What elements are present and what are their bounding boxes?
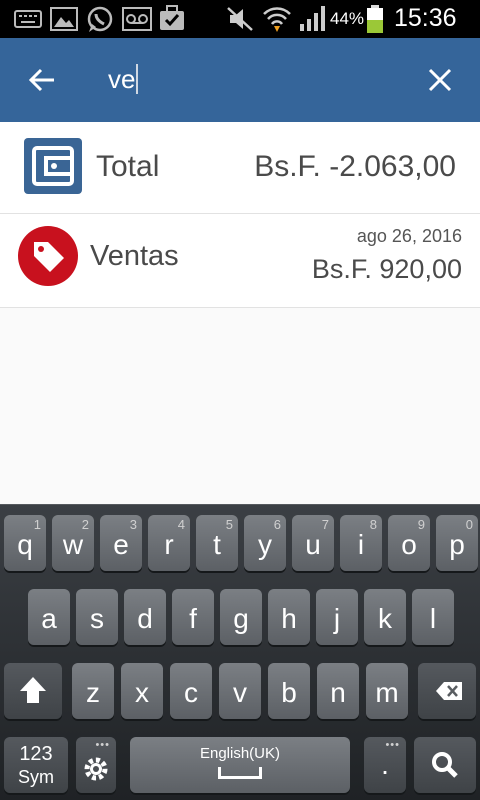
key-char: n	[330, 677, 346, 708]
shift-icon	[20, 677, 46, 703]
key-t[interactable]: 5t	[196, 515, 238, 571]
key-char: g	[233, 603, 249, 634]
key-char: s	[90, 603, 104, 634]
key-char: .	[381, 749, 389, 780]
key-char: r	[164, 529, 174, 560]
close-icon[interactable]	[420, 60, 460, 100]
key-n[interactable]: n	[317, 663, 359, 719]
soft-keyboard: 1q 2w 3e 4r 5t 6y 7u 8i 9o 0p a s d f g …	[0, 504, 480, 800]
key-char: v	[233, 677, 247, 708]
keyboard-icon	[14, 10, 42, 28]
key-c[interactable]: c	[170, 663, 212, 719]
key-a[interactable]: a	[28, 589, 70, 645]
key-j[interactable]: j	[316, 589, 358, 645]
key-char: b	[281, 677, 297, 708]
symbols-line1: 123	[19, 743, 53, 765]
key-char: k	[378, 603, 392, 634]
key-char: u	[305, 529, 321, 560]
key-char: t	[213, 529, 221, 560]
shift-key[interactable]	[4, 663, 62, 719]
mic-hint-icon: •••	[95, 739, 110, 751]
key-char: h	[281, 603, 297, 634]
key-char: j	[333, 603, 341, 634]
key-m[interactable]: m	[366, 663, 408, 719]
list-item-ventas[interactable]: Ventas ago 26, 2016 Bs.F. 920,00	[0, 214, 480, 308]
space-key[interactable]: English(UK)	[130, 737, 350, 793]
symbols-line2: Sym	[18, 767, 54, 787]
briefcase-icon	[160, 5, 184, 30]
backspace-key[interactable]	[418, 663, 476, 719]
symbols-key[interactable]: 123 Sym	[4, 737, 68, 793]
wifi-icon	[263, 7, 291, 32]
key-char: m	[375, 677, 399, 708]
wallet-icon	[24, 138, 82, 194]
key-char: d	[137, 603, 153, 634]
search-input[interactable]: ve	[108, 64, 139, 95]
status-bar: 44% 15:36	[0, 0, 480, 38]
key-char: q	[17, 529, 33, 560]
key-char: z	[86, 677, 100, 708]
key-char: i	[357, 529, 365, 560]
key-h[interactable]: h	[268, 589, 310, 645]
voicemail-icon	[122, 7, 152, 31]
period-key[interactable]: ••• .	[364, 737, 406, 793]
search-query: ve	[108, 64, 136, 94]
key-char: x	[135, 677, 149, 708]
key-u[interactable]: 7u	[292, 515, 334, 571]
key-char: p	[449, 529, 465, 560]
key-char: w	[62, 529, 84, 560]
results-list: Total Bs.F. -2.063,00 Ventas ago 26, 201…	[0, 122, 480, 308]
key-q[interactable]: 1q	[4, 515, 46, 571]
key-char: y	[258, 529, 272, 560]
key-g[interactable]: g	[220, 589, 262, 645]
key-w[interactable]: 2w	[52, 515, 94, 571]
key-p[interactable]: 0p	[436, 515, 478, 571]
tag-icon	[18, 226, 78, 286]
key-k[interactable]: k	[364, 589, 406, 645]
keyboard-language: English(UK)	[199, 745, 281, 762]
key-v[interactable]: v	[219, 663, 261, 719]
settings-key[interactable]: •••	[76, 737, 116, 793]
key-z[interactable]: z	[72, 663, 114, 719]
key-d[interactable]: d	[124, 589, 166, 645]
space-icon	[218, 767, 262, 779]
clock: 15:36	[394, 4, 457, 32]
item-label: Ventas	[90, 240, 179, 272]
key-r[interactable]: 4r	[148, 515, 190, 571]
screen: { "status_bar": { "battery_percent": "44…	[0, 0, 480, 800]
key-f[interactable]: f	[172, 589, 214, 645]
back-arrow-icon[interactable]	[22, 60, 62, 100]
item-amount: Bs.F. -2.063,00	[254, 150, 456, 183]
key-char: c	[184, 677, 198, 708]
key-o[interactable]: 9o	[388, 515, 430, 571]
item-date: ago 26, 2016	[356, 226, 462, 246]
battery-percent: 44%	[330, 9, 365, 28]
key-b[interactable]: b	[268, 663, 310, 719]
key-i[interactable]: 8i	[340, 515, 382, 571]
signal-icon	[300, 6, 325, 31]
search-icon	[432, 752, 458, 778]
key-x[interactable]: x	[121, 663, 163, 719]
whatsapp-icon	[87, 6, 113, 32]
item-label: Total	[96, 150, 160, 183]
item-amount: Bs.F. 920,00	[311, 254, 462, 284]
list-item-total[interactable]: Total Bs.F. -2.063,00	[0, 122, 480, 214]
key-char: e	[113, 529, 129, 560]
gallery-icon	[50, 7, 78, 31]
key-y[interactable]: 6y	[244, 515, 286, 571]
key-char: o	[401, 529, 417, 560]
key-s[interactable]: s	[76, 589, 118, 645]
search-app-bar: ve	[0, 38, 480, 122]
muted-icon	[227, 7, 253, 31]
key-char: a	[41, 603, 57, 634]
text-caret	[136, 64, 139, 94]
key-char: f	[189, 603, 197, 634]
search-key[interactable]	[414, 737, 476, 793]
key-l[interactable]: l	[412, 589, 454, 645]
key-char: l	[429, 603, 437, 634]
key-e[interactable]: 3e	[100, 515, 142, 571]
backspace-icon	[436, 682, 462, 700]
battery-icon	[367, 5, 383, 33]
